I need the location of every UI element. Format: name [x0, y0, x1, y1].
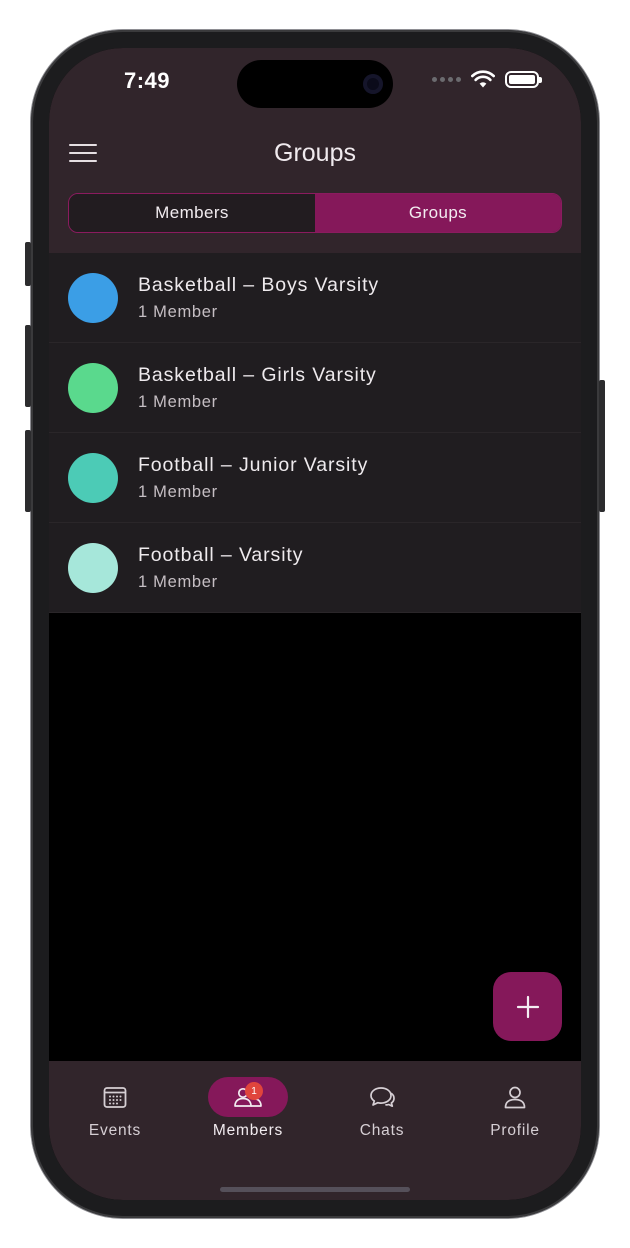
nav-label-profile: Profile [490, 1122, 540, 1139]
member-count: 1 Member [138, 393, 218, 411]
list-item[interactable]: Basketball – Boys Varsity 1 Member [49, 253, 581, 343]
segmented-control: Members Groups [68, 193, 562, 233]
action-button [25, 242, 31, 286]
cellular-signal-icon [432, 76, 461, 82]
bottom-nav: Events 1 Members Chats Profile [49, 1061, 581, 1200]
group-name: Football – Varsity [138, 544, 304, 566]
notification-badge: 1 [245, 1082, 263, 1100]
group-name: Basketball – Girls Varsity [138, 364, 377, 386]
list-item[interactable]: Basketball – Girls Varsity 1 Member [49, 343, 581, 433]
list-item[interactable]: Football – Varsity 1 Member [49, 523, 581, 613]
nav-icon-container-active: 1 [208, 1077, 288, 1117]
battery-icon [505, 70, 542, 88]
page-title: Groups [274, 139, 356, 167]
member-count: 1 Member [138, 573, 218, 591]
status-time: 7:49 [124, 68, 171, 93]
plus-icon [516, 995, 539, 1018]
tab-groups[interactable]: Groups [315, 194, 561, 232]
power-button [599, 380, 605, 512]
dynamic-island [237, 60, 393, 108]
calendar-icon [103, 1087, 127, 1108]
add-group-button[interactable] [493, 972, 562, 1041]
camera-icon [363, 74, 383, 94]
nav-item-profile[interactable]: Profile [455, 1077, 575, 1140]
status-icons [432, 70, 542, 88]
volume-down-button [25, 430, 31, 512]
nav-icon-container [342, 1077, 422, 1117]
group-name: Basketball – Boys Varsity [138, 274, 380, 296]
wifi-icon [471, 70, 495, 88]
group-name: Football – Junior Varsity [138, 454, 369, 476]
group-avatar [68, 273, 118, 323]
nav-label-events: Events [88, 1122, 142, 1139]
profile-icon [504, 1086, 526, 1109]
nav-icon-container [475, 1077, 555, 1117]
screen: 7:49 Groups Members Groups Basketball – … [49, 48, 581, 1200]
group-avatar [68, 453, 118, 503]
member-count: 1 Member [138, 303, 218, 321]
nav-item-members[interactable]: 1 Members [188, 1077, 308, 1140]
nav-label-members: Members [212, 1122, 284, 1139]
nav-label-chats: Chats [359, 1122, 405, 1139]
nav-item-events[interactable]: Events [55, 1077, 175, 1140]
app-header: 7:49 Groups Members Groups [49, 48, 581, 253]
volume-up-button [25, 325, 31, 407]
group-avatar [68, 543, 118, 593]
list-item[interactable]: Football – Junior Varsity 1 Member [49, 433, 581, 523]
group-avatar [68, 363, 118, 413]
home-indicator[interactable] [220, 1187, 410, 1192]
groups-list: Basketball – Boys Varsity 1 Member Baske… [49, 253, 581, 613]
tab-members[interactable]: Members [69, 194, 315, 232]
member-count: 1 Member [138, 483, 218, 501]
nav-item-chats[interactable]: Chats [322, 1077, 442, 1140]
nav-icon-container [75, 1077, 155, 1117]
chat-icon [370, 1087, 395, 1108]
